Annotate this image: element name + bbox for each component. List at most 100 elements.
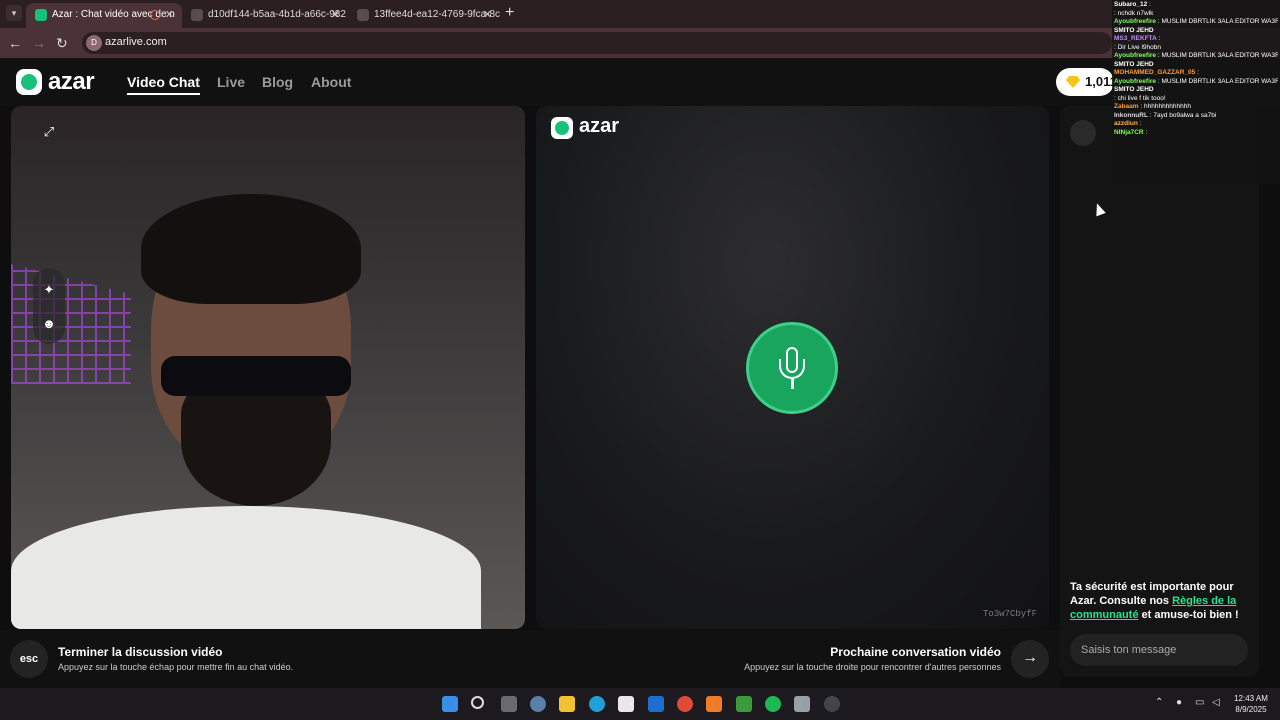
- media-app-icon[interactable]: [736, 696, 752, 712]
- nav-live[interactable]: Live: [217, 74, 245, 90]
- chrome-icon[interactable]: [677, 696, 693, 712]
- chat-overlay-line: NINja7CR :: [1114, 129, 1278, 138]
- nav-blog[interactable]: Blog: [262, 74, 293, 90]
- spotify-icon[interactable]: [765, 696, 781, 712]
- search-icon[interactable]: [471, 696, 484, 709]
- next-chat-hint: Appuyez sur la touche droite pour rencon…: [744, 662, 1001, 672]
- network-icon[interactable]: ▭: [1195, 697, 1204, 708]
- windows-taskbar: ⌃ ● ▭ ◁ 12:43 AM 8/9/2025: [0, 688, 1280, 720]
- end-chat-button[interactable]: esc: [10, 640, 48, 678]
- chat-overlay-line: SMITO JEHD: [1114, 86, 1278, 95]
- chat-overlay-line: azzdiun :: [1114, 120, 1278, 129]
- chat-overlay-line: SMITO JEHD: [1114, 61, 1278, 70]
- chat-overlay-line: InkonnuRL : 7ayd bo9alwa a sa7bi: [1114, 112, 1278, 121]
- microphone-icon-stem: [791, 379, 794, 389]
- person-hair: [141, 194, 361, 304]
- safety-text-end: et amuse-toi bien !: [1138, 609, 1239, 621]
- tray-chevron-icon[interactable]: ⌃: [1155, 697, 1163, 708]
- next-chat-title: Prochaine conversation vidéo: [830, 645, 1001, 659]
- chat-username: SMITO JEHD: [1114, 86, 1154, 93]
- neon-grid-background: [11, 264, 131, 384]
- chat-username: azzdiun: [1114, 120, 1138, 127]
- gem-icon: [1066, 76, 1080, 88]
- start-icon[interactable]: [442, 696, 458, 712]
- chat-message: : MUSLIM DBRTLIK 3ALA EDITOR WA3R: [1157, 18, 1278, 25]
- chat-message: : Dir Live l9hobn: [1114, 43, 1161, 51]
- chat-message: : chi live f tik tooo!: [1114, 94, 1166, 102]
- chat-overlay-line: : chi live f tik tooo!: [1114, 95, 1278, 104]
- face-filter-icon[interactable]: ☻: [37, 312, 61, 336]
- nav-video-chat[interactable]: Video Chat: [127, 74, 200, 95]
- system-clock[interactable]: 12:43 AM 8/9/2025: [1226, 693, 1276, 715]
- azar-watermark-icon: [551, 117, 573, 139]
- chat-username: Ayoubfreefire: [1114, 77, 1157, 85]
- obs-icon[interactable]: [824, 696, 840, 712]
- file-explorer-icon[interactable]: [559, 696, 575, 712]
- calculator-icon[interactable]: [794, 696, 810, 712]
- person-sunglasses: [161, 356, 351, 396]
- azar-logo-icon[interactable]: [16, 69, 42, 95]
- forward-icon[interactable]: →: [32, 35, 46, 51]
- chat-message: : MUSLIM DBRTLIK 3ALA EDITOR WA3R: [1157, 52, 1278, 59]
- chat-message: : 7ayd bo9alwa a sa7bi: [1149, 111, 1217, 119]
- tab-close-icon[interactable]: ✕: [331, 3, 340, 27]
- tab-azar[interactable]: Azar : Chat vidéo avec de n ✕: [26, 3, 182, 28]
- avatar[interactable]: [1070, 120, 1096, 146]
- stream-chat-overlay: Subaro_12 : : nchdk n7wlk Ayoubfreefire :…: [1112, 0, 1280, 184]
- chat-overlay-line: : nchdk n7wlk: [1114, 10, 1278, 19]
- chat-message: :: [1197, 69, 1199, 76]
- url-field[interactable]: D azarlive.com: [82, 32, 1112, 54]
- globe-icon: [191, 9, 203, 21]
- tab-2[interactable]: d10df144-b5aa-4b1d-a66c-982 ✕: [182, 3, 348, 28]
- store-icon[interactable]: [618, 696, 634, 712]
- task-view-icon[interactable]: [501, 696, 517, 712]
- nav-about[interactable]: About: [311, 74, 351, 90]
- chat-overlay-line: : Dir Live l9hobn: [1114, 44, 1278, 53]
- settings-icon[interactable]: [530, 696, 546, 712]
- chat-panel: Ta sécurité est importante pour Azar. Co…: [1060, 106, 1259, 677]
- microphone-button[interactable]: [746, 322, 838, 414]
- app-a-icon[interactable]: [706, 696, 722, 712]
- clock-time: 12:43 AM: [1234, 694, 1268, 703]
- azar-watermark-text: azar: [579, 115, 620, 137]
- chat-username: InkonnuRL: [1114, 111, 1148, 119]
- microphone-icon-arc: [779, 359, 805, 379]
- chat-overlay-line: Ayoubfreefire : MUSLIM DBRTLIK 3ALA EDIT…: [1114, 18, 1278, 27]
- chat-overlay-line: SMITO JEHD: [1114, 27, 1278, 36]
- gems-balance-button[interactable]: 1,011: [1056, 68, 1117, 96]
- sparkle-effects-icon[interactable]: ✦: [37, 278, 61, 302]
- edge-icon[interactable]: [589, 696, 605, 712]
- tab-close-icon[interactable]: ✕: [165, 3, 174, 27]
- chat-message: :: [1149, 1, 1151, 8]
- effects-toolbar: ✦ ☻: [33, 268, 65, 344]
- chat-overlay-line: MOHAMMED_GAZZAR_05 :: [1114, 69, 1278, 78]
- recording-icon: [150, 10, 160, 20]
- tab-close-icon[interactable]: ✕: [483, 3, 492, 27]
- volume-icon[interactable]: ◁: [1212, 697, 1220, 708]
- chat-message: :: [1145, 128, 1148, 136]
- end-chat-title: Terminer la discussion vidéo: [58, 645, 223, 659]
- new-tab-button[interactable]: +: [505, 5, 514, 21]
- bottom-action-bar: esc Terminer la discussion vidéo Appuyez…: [0, 630, 1060, 688]
- message-input[interactable]: Saisis ton message: [1070, 634, 1248, 666]
- chat-message: : hhhhhhhhhhhhh: [1140, 103, 1191, 110]
- tab-search-icon[interactable]: ▾: [6, 5, 22, 21]
- safety-notice: Ta sécurité est importante pour Azar. Co…: [1070, 580, 1252, 622]
- clock-date: 8/9/2025: [1235, 705, 1267, 714]
- chat-username: SMITO JEHD: [1114, 60, 1154, 68]
- chat-username: MS3_REKFTA: [1114, 35, 1157, 42]
- chat-overlay-line: MS3_REKFTA :: [1114, 35, 1278, 44]
- reload-icon[interactable]: ↻: [56, 35, 68, 51]
- azar-logo-text[interactable]: azar: [48, 68, 95, 96]
- next-chat-button[interactable]: →: [1011, 640, 1049, 678]
- site-info-icon[interactable]: D: [86, 35, 102, 51]
- microphone-tray-icon[interactable]: ●: [1176, 697, 1182, 708]
- address-bar-row: ← → ↻ D azarlive.com: [0, 28, 1280, 58]
- peer-id: To3w7CbyfF: [982, 609, 1037, 619]
- outlook-icon[interactable]: [648, 696, 664, 712]
- expand-icon[interactable]: ⤢: [37, 120, 61, 144]
- back-icon[interactable]: ←: [8, 35, 22, 51]
- chat-username: Subaro_12: [1114, 1, 1148, 8]
- tab-3[interactable]: 13ffee4d-ea12-4769-9fca-8c5d ✕: [348, 3, 500, 28]
- end-chat-hint: Appuyez sur la touche échap pour mettre …: [58, 662, 294, 672]
